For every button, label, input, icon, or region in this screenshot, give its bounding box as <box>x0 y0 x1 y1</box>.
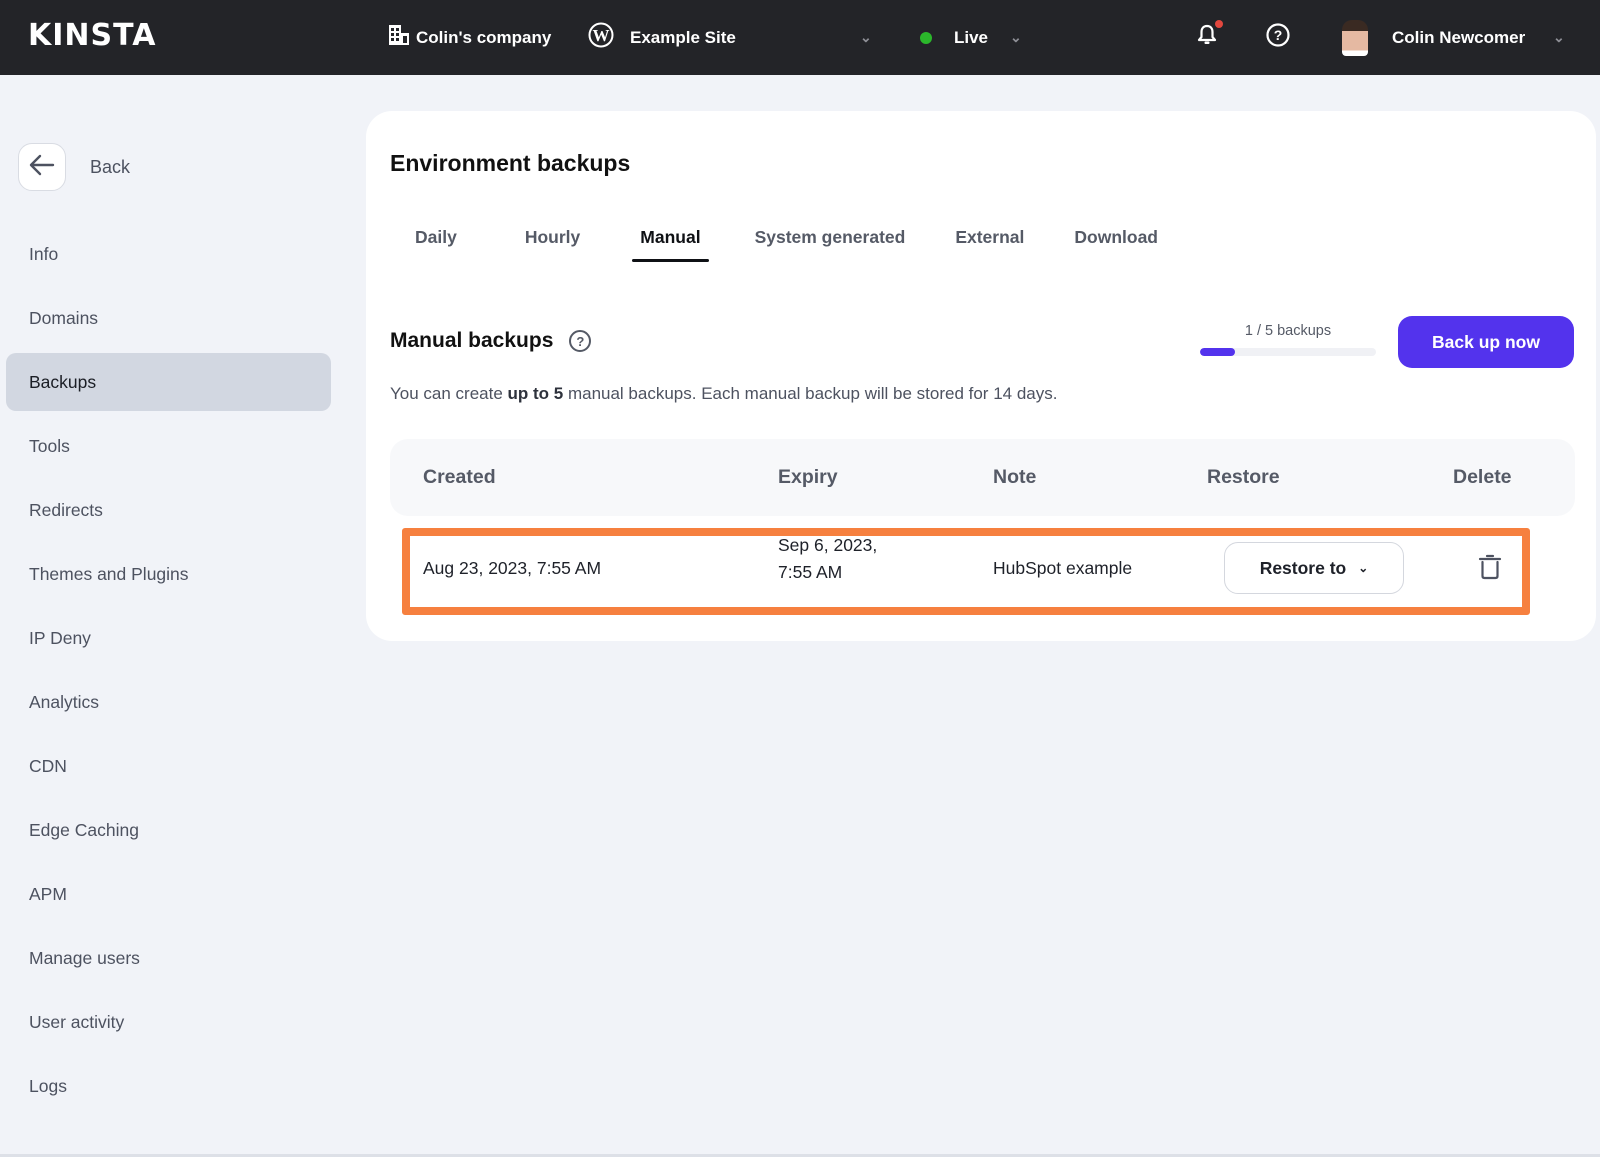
quota-label: 1 / 5 backups <box>1244 323 1332 339</box>
sidebar-item-info[interactable]: Info <box>6 222 331 286</box>
sidebar-item-edge-caching[interactable]: Edge Caching <box>6 798 331 862</box>
avatar <box>1342 19 1368 56</box>
description-text-rest: manual backups. Each manual backup will … <box>563 384 1058 403</box>
sidebar-item-apm[interactable]: APM <box>6 862 331 926</box>
environment-backups-card: Environment backups Daily Hourly Manual … <box>366 111 1596 641</box>
environment-selector[interactable]: Live ⌄ <box>920 0 1022 75</box>
sidebar-item-user-activity[interactable]: User activity <box>6 990 331 1054</box>
quota-progress-bar <box>1200 348 1376 356</box>
tab-manual[interactable]: Manual <box>632 221 709 262</box>
chevron-down-icon: ⌄ <box>1010 29 1022 45</box>
sidebar-item-themes-and-plugins[interactable]: Themes and Plugins <box>6 542 331 606</box>
svg-text:W: W <box>593 26 610 45</box>
arrow-left-icon <box>29 154 55 181</box>
wordpress-icon: W <box>588 22 614 53</box>
quota-progress-fill <box>1200 348 1236 356</box>
backup-created: Aug 23, 2023, 7:55 AM <box>423 558 602 578</box>
restore-to-dropdown[interactable]: Restore to ⌄ <box>1224 542 1404 594</box>
delete-backup-button[interactable] <box>1478 554 1502 585</box>
sidebar-item-tools[interactable]: Tools <box>6 414 331 478</box>
help-button[interactable]: ? <box>1266 0 1290 75</box>
backup-expiry-time: 7:55 AM <box>778 562 843 582</box>
sidebar-item-ip-deny[interactable]: IP Deny <box>6 606 331 670</box>
description-text: You can create <box>390 384 508 403</box>
description-limit: up to 5 <box>507 384 564 403</box>
sidebar-item-cdn[interactable]: CDN <box>6 734 331 798</box>
column-header-note: Note <box>993 466 1037 488</box>
tab-hourly[interactable]: Hourly <box>521 221 584 262</box>
sidebar-item-domains[interactable]: Domains <box>6 286 331 350</box>
backup-tabs: Daily Hourly Manual System generated Ext… <box>390 221 1198 262</box>
back-button[interactable] <box>18 143 66 191</box>
backup-expiry-date: Sep 6, 2023, <box>778 535 878 555</box>
svg-text:?: ? <box>1274 27 1283 43</box>
tab-external[interactable]: External <box>951 221 1028 262</box>
environment-name: Live <box>954 27 989 47</box>
user-menu[interactable]: Colin Newcomer <box>1342 0 1525 75</box>
sidebar-nav: Info Domains Backups Tools Redirects The… <box>6 222 331 1118</box>
bell-icon <box>1197 20 1223 51</box>
site-dropdown-chevron-icon[interactable]: ⌄ <box>860 0 872 75</box>
question-circle-icon: ? <box>1266 23 1290 52</box>
page-title: Environment backups <box>390 150 631 176</box>
table-header: Created Expiry Note Restore Delete <box>390 439 1575 516</box>
tab-daily[interactable]: Daily <box>411 221 461 262</box>
column-header-expiry: Expiry <box>778 466 838 488</box>
back-label[interactable]: Back <box>90 157 130 178</box>
user-menu-chevron-icon[interactable]: ⌄ <box>1553 0 1565 75</box>
manual-backups-description: You can create up to 5 manual backups. E… <box>390 384 1057 404</box>
building-icon <box>388 24 410 51</box>
notifications-button[interactable] <box>1197 0 1223 75</box>
kinsta-logo[interactable]: KINSTA <box>28 18 156 53</box>
sidebar-item-manage-users[interactable]: Manage users <box>6 926 331 990</box>
site-name: Example Site <box>630 27 736 47</box>
user-name: Colin Newcomer <box>1392 27 1526 47</box>
notification-badge <box>1215 20 1223 28</box>
column-header-delete: Delete <box>1453 466 1512 488</box>
top-navigation-bar: KINSTA Colin's company W Example Site ⌄ … <box>0 0 1600 75</box>
sidebar-item-redirects[interactable]: Redirects <box>6 478 331 542</box>
sidebar-item-backups[interactable]: Backups <box>6 353 331 411</box>
live-status-dot <box>920 31 932 44</box>
backup-note: HubSpot example <box>993 558 1133 578</box>
column-header-created: Created <box>423 466 496 488</box>
sidebar-item-logs[interactable]: Logs <box>6 1054 331 1118</box>
sidebar-item-analytics[interactable]: Analytics <box>6 670 331 734</box>
trash-icon <box>1478 554 1502 584</box>
question-circle-icon[interactable]: ? <box>569 330 592 352</box>
tab-system-generated[interactable]: System generated <box>751 221 910 262</box>
backup-expiry: Sep 6, 2023, 7:55 AM <box>778 532 877 586</box>
section-title: Manual backups ? <box>390 329 592 353</box>
column-header-restore: Restore <box>1207 466 1280 488</box>
section-title-text: Manual backups <box>390 329 554 352</box>
site-selector[interactable]: W Example Site <box>588 0 736 75</box>
company-name: Colin's company <box>416 27 552 47</box>
restore-to-label: Restore to <box>1259 557 1347 578</box>
back-up-now-button[interactable]: Back up now <box>1398 316 1574 368</box>
tab-download[interactable]: Download <box>1070 221 1162 262</box>
chevron-down-icon: ⌄ <box>1358 561 1369 575</box>
backup-quota: 1 / 5 backups <box>1200 323 1376 356</box>
company-selector[interactable]: Colin's company <box>388 0 551 75</box>
